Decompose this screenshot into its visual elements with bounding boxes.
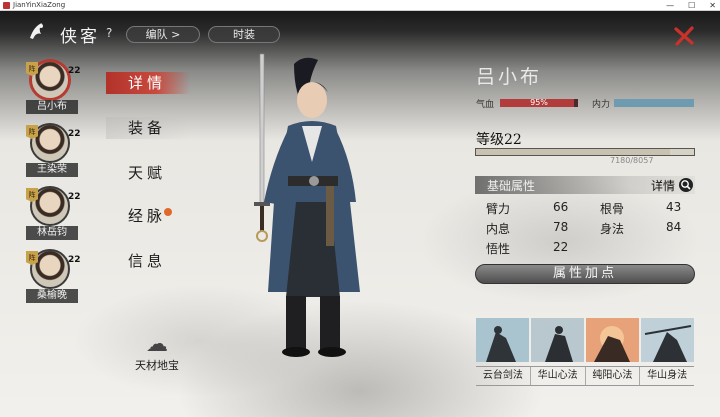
hero-figure bbox=[254, 53, 360, 357]
mp-fill bbox=[614, 99, 694, 107]
hero-name: 吕小布 bbox=[476, 66, 543, 88]
roster-name: 王染荣 bbox=[26, 163, 78, 177]
basic-attributes-header: 基础属性 详情 bbox=[475, 176, 695, 194]
roster-level: 22 bbox=[68, 129, 81, 139]
hp-bar: 95% bbox=[500, 98, 578, 107]
window-title: JianYinXiaZong bbox=[13, 1, 66, 9]
skill-image-0[interactable] bbox=[476, 318, 529, 362]
skill-name[interactable]: 华山心法 bbox=[529, 367, 585, 385]
hp-text: 95% bbox=[530, 98, 548, 107]
skill-name[interactable]: 华山身法 bbox=[639, 367, 694, 385]
roster-item-2[interactable]: 阵 22 林岳钧 bbox=[22, 186, 96, 244]
mp-label: 内力 bbox=[592, 100, 611, 110]
exp-text: 7180/8057 bbox=[610, 156, 654, 165]
allocate-attributes-button[interactable]: 属性加点 bbox=[475, 264, 695, 284]
skill-name[interactable]: 纯阳心法 bbox=[584, 367, 640, 385]
attr-key: 内息 bbox=[486, 222, 511, 236]
attr-value: 22 bbox=[553, 240, 569, 254]
help-icon[interactable]: ? bbox=[106, 26, 112, 40]
roster-name: 吕小布 bbox=[26, 100, 78, 114]
menu-talent[interactable]: 天赋 bbox=[106, 162, 190, 184]
skill-names: 云台剑法 华山心法 纯阳心法 华山身法 bbox=[476, 366, 694, 386]
minimize-icon[interactable]: — bbox=[666, 0, 674, 11]
skill-image-2[interactable] bbox=[586, 318, 639, 362]
roster-level: 22 bbox=[68, 192, 81, 202]
attr-key: 悟性 bbox=[486, 242, 511, 256]
menu-info[interactable]: 信息 bbox=[106, 250, 190, 272]
alert-dot-icon bbox=[164, 208, 172, 216]
search-icon[interactable] bbox=[679, 178, 693, 192]
menu-details[interactable]: 详情 bbox=[106, 72, 190, 94]
exp-fill bbox=[476, 149, 671, 155]
attr-key: 根骨 bbox=[600, 202, 625, 216]
formation-badge: 阵 bbox=[26, 125, 38, 139]
team-button[interactable]: 编队 > bbox=[126, 26, 200, 43]
menu-meridian[interactable]: 经脉 bbox=[106, 205, 190, 227]
level-text: 等级22 bbox=[476, 132, 522, 148]
skills-strip bbox=[476, 318, 694, 362]
attr-value: 78 bbox=[553, 220, 569, 234]
attr-key: 臂力 bbox=[486, 202, 511, 216]
attr-value: 84 bbox=[666, 220, 682, 234]
close-icon[interactable] bbox=[672, 24, 696, 48]
menu-equipment[interactable]: 装备 bbox=[106, 117, 190, 139]
attr-value: 43 bbox=[666, 200, 682, 214]
page-title: 侠客 bbox=[60, 27, 100, 47]
roster-item-1[interactable]: 阵 22 王染荣 bbox=[22, 123, 96, 181]
window-close-icon[interactable]: ✕ bbox=[709, 0, 716, 11]
attributes-details-link[interactable]: 详情 bbox=[651, 177, 675, 194]
roster-name: 桑榆晚 bbox=[26, 289, 78, 303]
roster-name: 林岳钧 bbox=[26, 226, 78, 240]
roster-level: 22 bbox=[68, 255, 81, 265]
skill-name[interactable]: 云台剑法 bbox=[476, 367, 530, 385]
roster-item-0[interactable]: 阵 22 吕小布 bbox=[22, 60, 96, 118]
mp-bar bbox=[614, 99, 694, 107]
attr-value: 66 bbox=[553, 200, 569, 214]
formation-badge: 阵 bbox=[26, 62, 38, 76]
roster-item-3[interactable]: 阵 22 桑榆晚 bbox=[22, 249, 96, 307]
exp-bar bbox=[475, 148, 695, 156]
formation-badge: 阵 bbox=[26, 251, 38, 265]
maximize-icon[interactable]: ☐ bbox=[688, 0, 695, 11]
menu-meridian-label: 经脉 bbox=[128, 207, 167, 225]
section-title: 基础属性 bbox=[487, 179, 536, 193]
back-emblem-icon[interactable] bbox=[26, 20, 48, 42]
cloud-icon: ☁ bbox=[146, 332, 168, 357]
attr-key: 身法 bbox=[600, 222, 625, 236]
skill-image-1[interactable] bbox=[531, 318, 584, 362]
treasure-label: 天材地宝 bbox=[135, 359, 179, 372]
treasure-button[interactable]: ☁ 天材地宝 bbox=[126, 333, 188, 373]
window-titlebar: JianYinXiaZong — ☐ ✕ bbox=[0, 0, 720, 11]
formation-badge: 阵 bbox=[26, 188, 38, 202]
roster-level: 22 bbox=[68, 66, 81, 76]
hp-label: 气血 bbox=[476, 100, 495, 110]
skill-image-3[interactable] bbox=[641, 318, 694, 362]
fashion-button[interactable]: 时装 bbox=[208, 26, 280, 43]
app-icon bbox=[3, 1, 10, 9]
